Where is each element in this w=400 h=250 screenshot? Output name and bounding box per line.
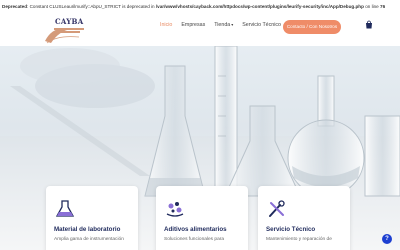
nav-item-label: Tienda	[214, 22, 231, 28]
main-nav: Inicio Empresas Tienda▾ Servicio Técnico	[160, 22, 281, 28]
card-description: Soluciones funcionales para	[164, 237, 225, 242]
nav-item-empresas[interactable]: Empresas	[181, 22, 205, 28]
deprecation-notice: Deprecated: Constant CLUSLeaurilmurify::…	[0, 0, 400, 14]
nav-item-tienda[interactable]: Tienda▾	[214, 22, 233, 28]
cart-icon[interactable]	[364, 20, 374, 30]
nav-item-servicio-tecnico[interactable]: Servicio Técnico	[242, 22, 281, 28]
deprecation-path: /var/www/vhosts/cayback.com/httpdocs/wp-…	[155, 4, 364, 9]
card-food-additives[interactable]: Aditivos alimentarios Soluciones funcion…	[156, 186, 248, 250]
card-title: Servicio Técnico	[266, 226, 316, 233]
logo-divider	[54, 28, 84, 30]
deprecation-line-label: on line	[363, 4, 381, 9]
contact-button[interactable]: Contacto / Con Nosotros	[283, 20, 341, 34]
site-header: CAYBA Inicio Empresas Tienda▾ Servicio T…	[0, 14, 400, 46]
card-description: Mantenimiento y reparación de	[266, 237, 332, 242]
help-button[interactable]: ?	[382, 234, 392, 244]
logo-divider	[54, 31, 80, 33]
card-lab-material[interactable]: Material de laboratorio Amplia gama de i…	[46, 186, 138, 250]
card-description: Amplia gama de instrumentación	[54, 237, 124, 242]
deprecation-label: Deprecated	[2, 4, 28, 9]
deprecation-message: : Constant CLUSLeaurilmurify::AbpU_STRIC…	[27, 4, 156, 9]
card-technical-service[interactable]: Servicio Técnico Mantenimiento y reparac…	[258, 186, 350, 250]
logo-text: CAYBA	[55, 17, 84, 26]
chevron-down-icon: ▾	[231, 22, 234, 27]
card-title: Material de laboratorio	[54, 226, 121, 233]
tools-icon	[269, 200, 285, 217]
nav-item-inicio[interactable]: Inicio	[160, 22, 172, 28]
site-logo[interactable]: CAYBA	[43, 17, 93, 45]
deprecation-line-number: 76	[380, 4, 386, 9]
lab-flask-icon	[55, 200, 75, 217]
card-title: Aditivos alimentarios	[164, 226, 227, 233]
food-additives-icon	[166, 202, 184, 217]
